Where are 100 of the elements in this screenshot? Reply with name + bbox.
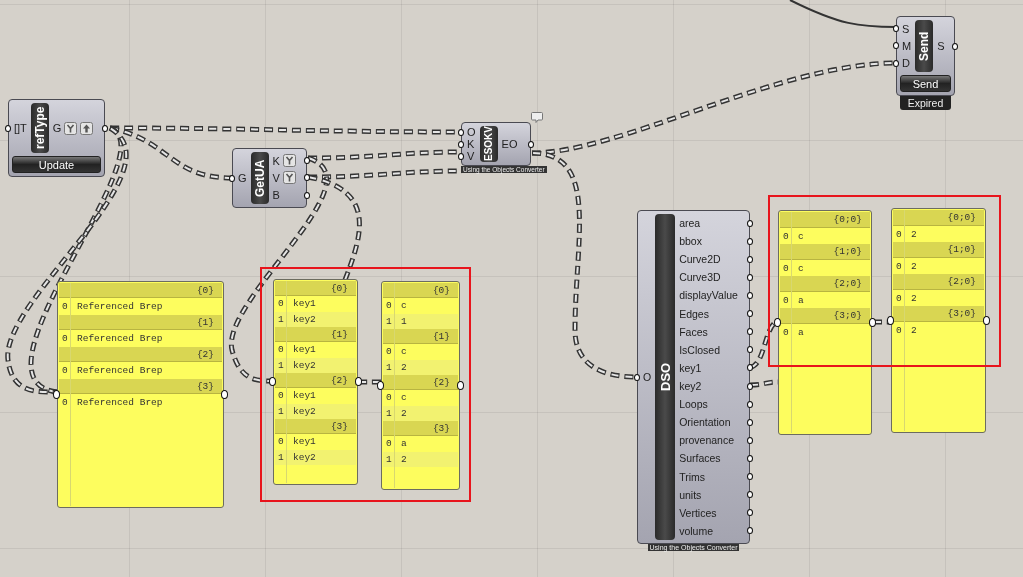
port-label: Edges bbox=[679, 307, 709, 320]
port-label: G bbox=[238, 172, 247, 184]
update-button[interactable]: Send bbox=[900, 75, 951, 92]
item-index: 1 bbox=[385, 453, 393, 465]
output-grip[interactable] bbox=[747, 364, 753, 372]
output-grip[interactable] bbox=[221, 389, 228, 399]
input-grip[interactable] bbox=[634, 373, 640, 381]
port-label: Curve3D bbox=[679, 271, 721, 284]
output-grip[interactable] bbox=[747, 491, 753, 499]
output-grip[interactable] bbox=[747, 237, 753, 245]
input-grip[interactable] bbox=[53, 389, 60, 399]
output-grip[interactable] bbox=[747, 436, 753, 444]
port-label: IsClosed bbox=[679, 343, 721, 356]
output-grip[interactable] bbox=[747, 292, 753, 299]
port-label: key1 bbox=[679, 361, 702, 374]
item-value: key2 bbox=[292, 359, 316, 371]
input-grip[interactable] bbox=[5, 124, 11, 132]
port-label: K bbox=[272, 154, 280, 167]
branch-path: {3} bbox=[196, 380, 214, 392]
item-index: 0 bbox=[782, 230, 790, 242]
output-grip[interactable] bbox=[747, 346, 753, 354]
input-grip[interactable] bbox=[377, 380, 384, 390]
port-label: D bbox=[902, 57, 910, 70]
port-label: volume bbox=[679, 524, 714, 537]
output-grip[interactable] bbox=[747, 219, 753, 227]
item-index: 0 bbox=[385, 438, 393, 450]
branch-path: {1} bbox=[196, 316, 214, 328]
item-index: 0 bbox=[277, 436, 285, 448]
output-grip[interactable] bbox=[747, 418, 753, 426]
output-grip[interactable] bbox=[747, 400, 753, 408]
output-grip[interactable] bbox=[952, 42, 958, 50]
input-grip[interactable] bbox=[893, 42, 899, 50]
fork-icon[interactable] bbox=[282, 154, 296, 168]
output-grip[interactable] bbox=[747, 382, 753, 390]
port-label: displayValue bbox=[679, 289, 738, 302]
fork-icon[interactable] bbox=[64, 121, 78, 135]
output-grip[interactable] bbox=[304, 174, 310, 182]
input-grip[interactable] bbox=[269, 377, 276, 386]
port-label: Curve2D bbox=[679, 253, 721, 266]
branch-path: {3} bbox=[330, 420, 348, 432]
item-value: 2 bbox=[400, 407, 407, 419]
item-index: 1 bbox=[277, 451, 285, 463]
input-grip[interactable] bbox=[774, 317, 781, 327]
item-index: 0 bbox=[782, 262, 790, 274]
branch-path: {0;0} bbox=[833, 214, 862, 225]
input-grip[interactable] bbox=[893, 59, 899, 67]
output-grip[interactable] bbox=[528, 140, 534, 148]
item-index: 1 bbox=[277, 313, 285, 325]
item-value: Referenced Brep bbox=[76, 301, 163, 312]
output-grip[interactable] bbox=[747, 328, 753, 336]
item-value: key2 bbox=[292, 405, 316, 417]
output-grip[interactable] bbox=[747, 509, 753, 517]
branch-path: {0} bbox=[196, 284, 214, 296]
output-grip[interactable] bbox=[102, 124, 108, 132]
branch-path: {1} bbox=[330, 328, 348, 340]
output-grip[interactable] bbox=[304, 191, 310, 199]
port-label: EO bbox=[501, 138, 518, 150]
output-grip[interactable] bbox=[304, 157, 310, 165]
port-label: Loops bbox=[679, 398, 708, 411]
component-body[interactable]: []T refType G Update bbox=[8, 99, 105, 177]
item-index: 0 bbox=[782, 294, 790, 306]
fork-icon[interactable] bbox=[282, 171, 296, 185]
item-index: 0 bbox=[277, 344, 285, 356]
output-grip[interactable] bbox=[457, 380, 464, 390]
port-label: O bbox=[467, 126, 476, 138]
output-grip[interactable] bbox=[747, 527, 753, 535]
branch-path: {2;0} bbox=[947, 276, 976, 287]
item-value: key1 bbox=[292, 390, 316, 402]
branch-path: {3;0} bbox=[833, 310, 862, 321]
item-value: Referenced Brep bbox=[76, 333, 163, 344]
item-index: 0 bbox=[385, 392, 393, 404]
update-button[interactable]: Update bbox=[12, 156, 101, 173]
port-label: key2 bbox=[679, 380, 702, 393]
item-value: key1 bbox=[292, 436, 316, 448]
port-label: S bbox=[902, 22, 910, 35]
up-arrow-icon[interactable] bbox=[80, 121, 94, 135]
output-grip[interactable] bbox=[869, 317, 876, 327]
component-name: DSO bbox=[655, 214, 676, 540]
item-value: c bbox=[797, 262, 804, 274]
output-grip[interactable] bbox=[747, 454, 753, 462]
input-grip[interactable] bbox=[229, 174, 235, 182]
output-grip[interactable] bbox=[355, 377, 362, 386]
input-grip[interactable] bbox=[887, 315, 894, 325]
output-grip[interactable] bbox=[983, 315, 990, 325]
port-label: Vertices bbox=[679, 506, 717, 519]
item-value: a bbox=[797, 326, 804, 338]
message-bubble-icon[interactable] bbox=[530, 112, 543, 123]
output-grip[interactable] bbox=[747, 473, 753, 481]
output-grip[interactable] bbox=[747, 273, 753, 281]
item-value: a bbox=[400, 438, 407, 450]
item-value: 2 bbox=[400, 361, 407, 373]
output-grip[interactable] bbox=[747, 310, 753, 318]
item-index: 0 bbox=[61, 301, 69, 312]
port-label: S bbox=[937, 40, 945, 52]
branch-path: {0} bbox=[330, 282, 348, 294]
item-value: 1 bbox=[400, 315, 407, 327]
input-grip[interactable] bbox=[893, 25, 899, 33]
branch-path: {2;0} bbox=[833, 278, 862, 289]
output-grip[interactable] bbox=[747, 255, 753, 263]
item-index: 0 bbox=[385, 300, 393, 312]
